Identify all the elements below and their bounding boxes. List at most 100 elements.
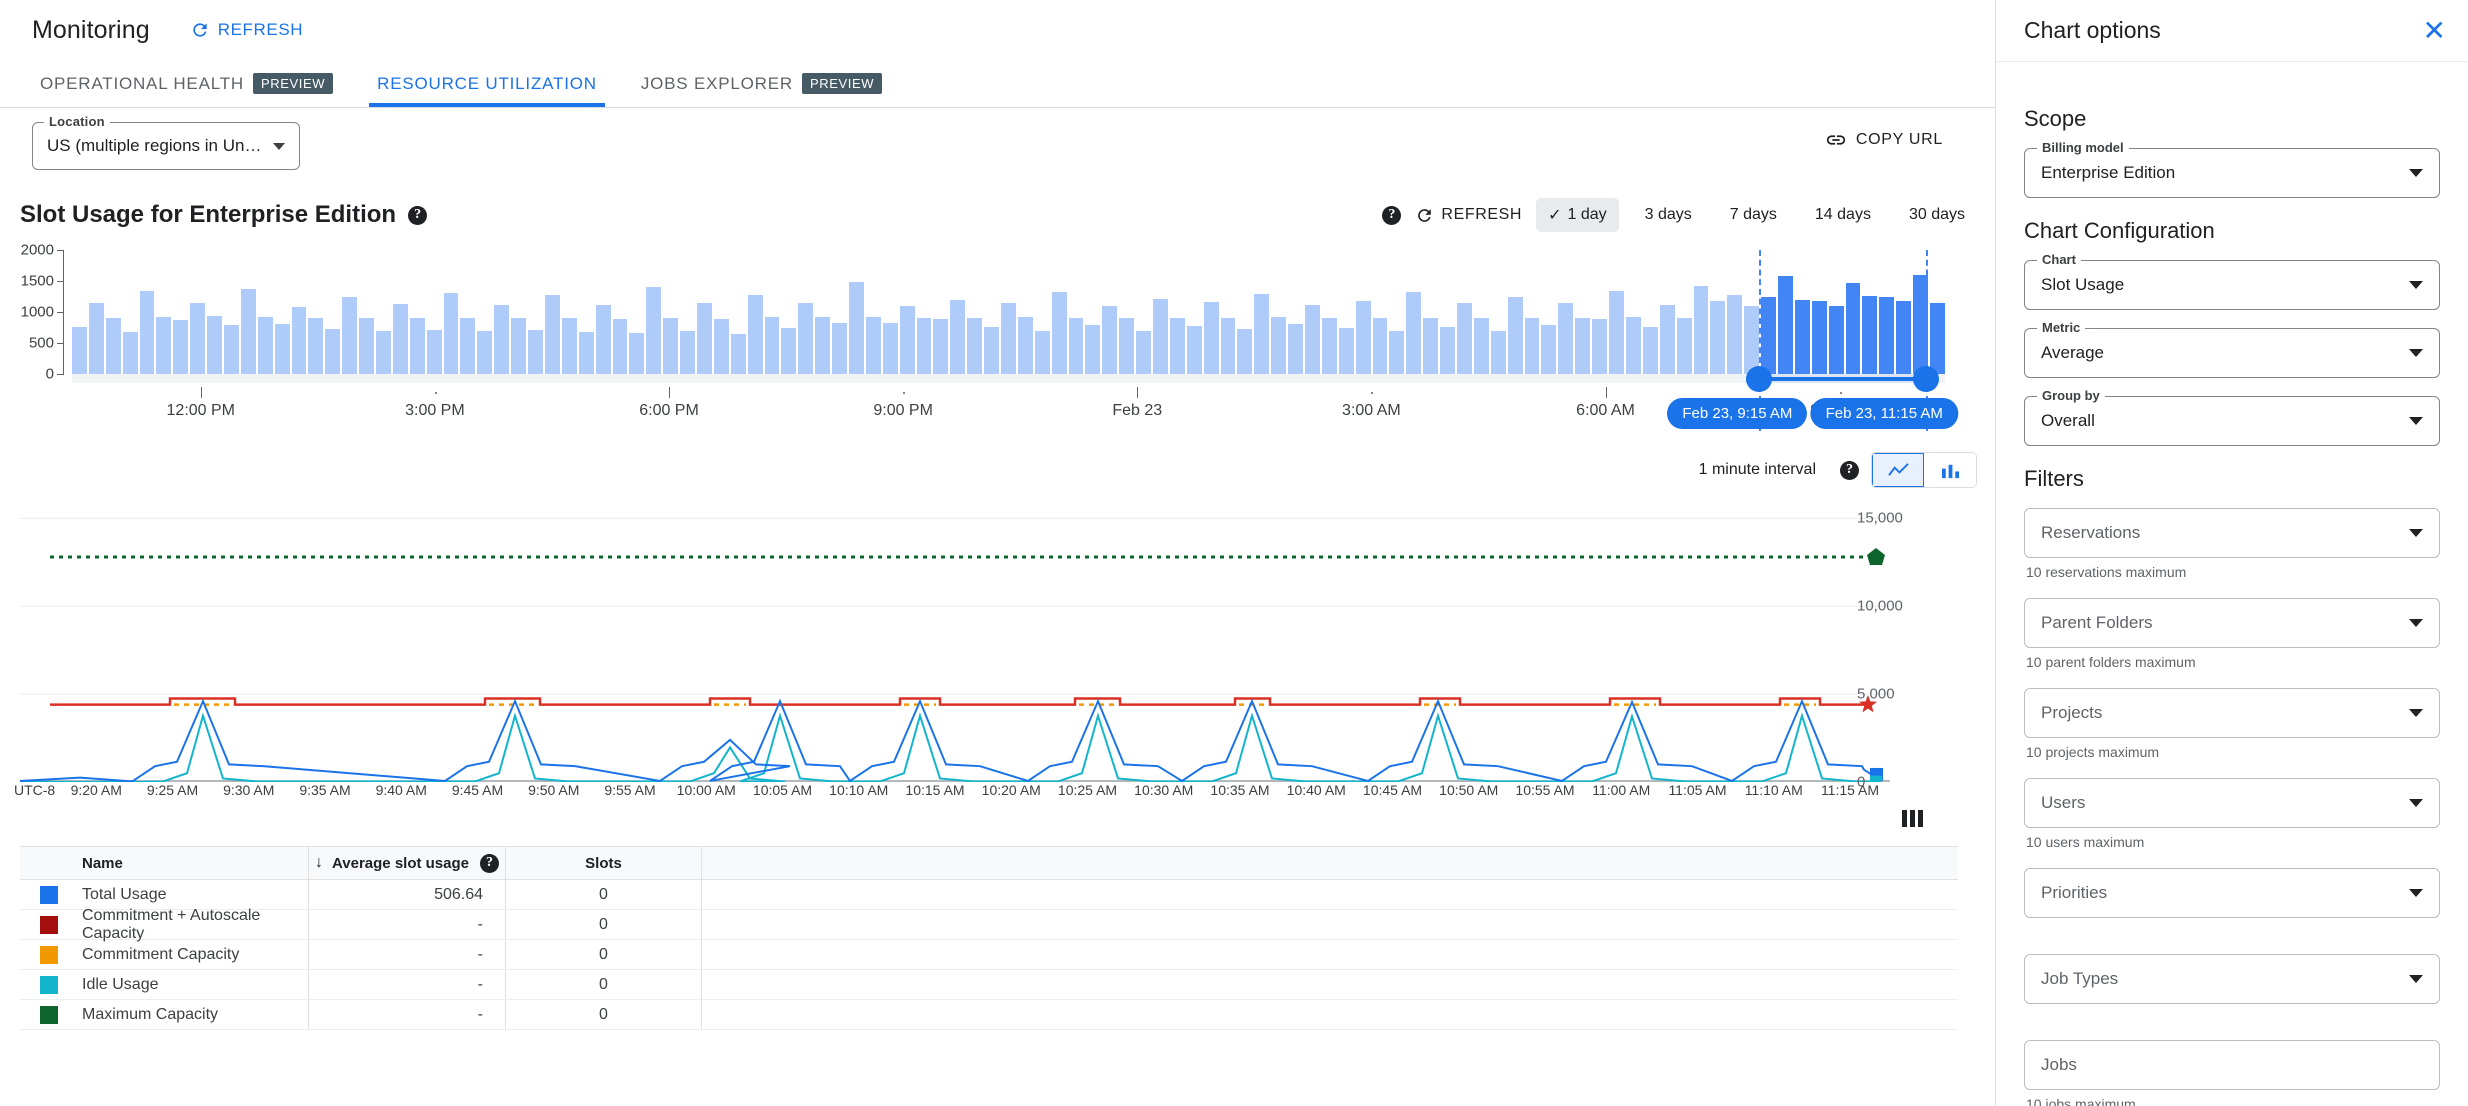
range-selector-bar [1625, 316, 1641, 374]
table-row[interactable]: Maximum Capacity -0 [20, 1000, 1958, 1030]
location-select[interactable]: Location US (multiple regions in Un… [32, 114, 301, 170]
range-selector-chart[interactable]: 2000 1500 1000 500 0 12:00 PM 3:00 PM 6:00 PM 9… [0, 242, 1995, 431]
x-axis-label: 10:20 AM [981, 782, 1041, 798]
line-chart-canvas [20, 517, 1890, 782]
help-icon[interactable]: ? [480, 853, 499, 873]
chart-configuration-heading: Chart Configuration [2024, 218, 2215, 243]
series-name-cell: Idle Usage [82, 975, 159, 993]
range-selector-bar [359, 318, 375, 374]
range-selector-bar [1440, 326, 1456, 374]
tab-operational-health[interactable]: OPERATIONAL HEALTH PREVIEW [18, 60, 355, 107]
range-selector-bar [139, 290, 155, 374]
range-selector-bar [967, 318, 983, 374]
filter-users[interactable]: Users [2024, 778, 2440, 828]
chart-title: Slot Usage for Enterprise Edition [20, 201, 397, 228]
tab-label: JOBS EXPLORER [640, 73, 793, 93]
range-selector-bar [1710, 300, 1726, 374]
bar-chart-toggle[interactable] [1924, 453, 1976, 487]
range-label: 3 days [1644, 206, 1692, 223]
refresh-button-chart[interactable]: REFRESH [1415, 206, 1522, 225]
range-selector-bar [426, 330, 442, 374]
range-selector-track[interactable] [72, 250, 1945, 431]
x-axis-label: 10:35 AM [1210, 782, 1270, 798]
chart-label: Chart [2037, 252, 2081, 267]
chart-value: Slot Usage [2041, 275, 2125, 294]
range-button-30-days[interactable]: 30 days [1897, 199, 1977, 231]
column-header-average-slot-usage[interactable]: ↓ Average slot usage ? [308, 847, 506, 879]
range-selector-x-ticks [72, 387, 1945, 399]
filter-parent-folders[interactable]: Parent Folders [2024, 598, 2440, 648]
line-chart-toggle[interactable] [1872, 453, 1924, 487]
chevron-down-icon [2409, 169, 2423, 177]
x-axis-tick [1371, 392, 1374, 394]
copy-url-button[interactable]: COPY URL [1825, 129, 1943, 151]
range-selector-bar [105, 317, 121, 374]
range-selector-bar [578, 331, 594, 374]
table-row[interactable]: Commitment Capacity -0 [20, 940, 1958, 970]
billing-model-select[interactable]: Billing model Enterprise Edition [2024, 140, 2440, 198]
top-bar: Monitoring REFRESH [0, 0, 1995, 60]
range-selector-bar [1659, 304, 1675, 374]
table-row[interactable]: Commitment + Autoscale Capacity -0 [20, 906, 1958, 942]
filters-heading: Filters [2024, 466, 2084, 491]
chart-resize-handle[interactable] [1902, 810, 1923, 827]
range-button-3-days[interactable]: 3 days [1633, 199, 1704, 231]
filter-projects[interactable]: Projects [2024, 688, 2440, 738]
series-name-cell: Commitment + Autoscale Capacity [82, 906, 261, 942]
group-by-select[interactable]: Group by Overall [2024, 388, 2440, 446]
range-label: 1 day [1567, 206, 1607, 223]
range-selector-bar [1642, 326, 1658, 374]
commitment-autoscale-line [50, 697, 1868, 706]
help-icon[interactable]: ? [408, 205, 428, 225]
range-selector-bar [680, 330, 695, 374]
filter-placeholder: Projects [2041, 703, 2103, 722]
column-header-label: Average slot usage [332, 854, 469, 872]
range-selector-bar [88, 303, 104, 374]
range-end-pill[interactable]: Feb 23, 11:15 AM [1810, 398, 1958, 429]
x-axis-label: 10:05 AM [752, 782, 813, 798]
refresh-label-chart: REFRESH [1441, 206, 1523, 223]
range-button-7-days[interactable]: 7 days [1718, 199, 1789, 231]
y-axis-label: 5,000 [1857, 685, 1895, 703]
filter-reservations[interactable]: Reservations [2024, 508, 2440, 558]
tab-resource-utilization[interactable]: RESOURCE UTILIZATION [355, 60, 619, 107]
close-icon[interactable]: ✕ [2423, 16, 2446, 45]
range-label: 30 days [1908, 206, 1965, 223]
range-start-pill[interactable]: Feb 23, 9:15 AM [1667, 398, 1808, 429]
y-tick [57, 312, 64, 313]
table-row[interactable]: Total Usage 506.64 0 [20, 880, 1958, 910]
column-header-name[interactable]: Name [82, 855, 308, 872]
chevron-down-icon [2409, 799, 2423, 807]
group-by-label: Group by [2037, 388, 2105, 403]
range-selector-bar [899, 305, 915, 374]
help-icon[interactable]: ? [1382, 205, 1402, 225]
refresh-button-top[interactable]: REFRESH [190, 20, 303, 40]
help-icon[interactable]: ? [1840, 460, 1859, 480]
column-header-slots[interactable]: Slots [506, 847, 702, 879]
range-label: 14 days [1814, 206, 1871, 223]
range-selector-bar [460, 317, 476, 374]
bar-chart-icon [1941, 464, 1959, 478]
metric-select[interactable]: Metric Average [2024, 320, 2440, 378]
chart-select[interactable]: Chart Slot Usage [2024, 252, 2440, 310]
slot-usage-line-chart[interactable]: 15,000 10,000 5,000 0 UTC-8 9:20 AM 9:25 AM 9:… [0, 492, 1995, 827]
x-axis-tick [200, 387, 202, 398]
range-selector-bar [696, 302, 712, 374]
filter-priorities[interactable]: Priorities [2024, 868, 2440, 918]
filter-jobs[interactable]: Jobs [2024, 1040, 2440, 1090]
range-button-1-day[interactable]: ✓ 1 day [1536, 198, 1619, 232]
range-selector-bar [1727, 295, 1743, 374]
interval-controls: 1 minute interval ? [1699, 452, 1977, 488]
table-row[interactable]: Idle Usage -0 [20, 970, 1958, 1000]
series-name-cell: Commitment Capacity [82, 945, 240, 963]
link-icon [1826, 135, 1846, 145]
slots-cell: 0 [506, 970, 702, 999]
tab-jobs-explorer[interactable]: JOBS EXPLORER PREVIEW [619, 60, 904, 107]
filter-job-types[interactable]: Job Types [2024, 954, 2440, 1004]
line-chart-icon [1887, 462, 1909, 476]
range-button-14-days[interactable]: 14 days [1803, 199, 1883, 231]
range-selector-bar [1237, 329, 1253, 374]
filter-placeholder: Users [2041, 793, 2086, 812]
range-selector-bar [1693, 285, 1709, 374]
range-selector-bar [663, 317, 679, 374]
